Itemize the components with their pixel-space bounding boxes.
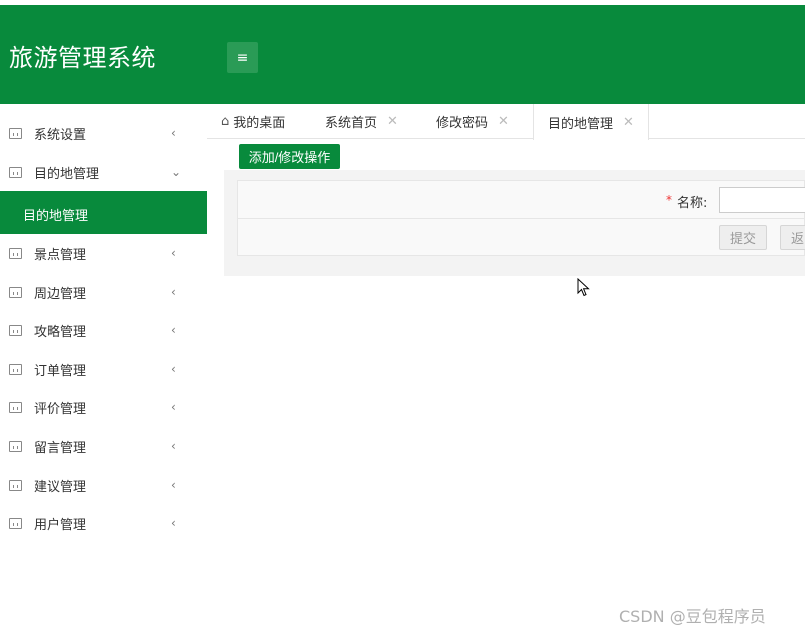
monitor-icon	[9, 401, 22, 413]
sidebar: 系统设置 ‹ 目的地管理 ⌄ 目的地管理 景点管理 ‹ 周边管理 ‹ 攻略管理 …	[0, 104, 207, 633]
sidebar-item-system-settings[interactable]: 系统设置 ‹	[0, 114, 207, 152]
close-icon[interactable]: ✕	[623, 115, 634, 130]
chevron-left-icon: ‹	[171, 439, 176, 453]
monitor-icon	[9, 127, 22, 139]
close-icon[interactable]: ✕	[387, 114, 398, 129]
chevron-left-icon: ‹	[171, 478, 176, 492]
monitor-icon	[9, 517, 22, 529]
tab-label: 系统首页	[325, 116, 378, 131]
sidebar-item-label: 用户管理	[34, 517, 87, 533]
name-label: 名称:	[677, 196, 708, 211]
sidebar-item-label: 系统设置	[34, 127, 87, 143]
app-title: 旅游管理系统	[9, 44, 156, 72]
sidebar-item-label: 周边管理	[34, 286, 87, 302]
monitor-icon	[9, 166, 22, 178]
sidebar-item-destinations[interactable]: 目的地管理 ⌄	[0, 153, 207, 191]
monitor-icon	[9, 363, 22, 375]
sidebar-item-label: 订单管理	[34, 363, 87, 379]
menu-toggle-button[interactable]: ≡	[227, 42, 258, 73]
submit-button[interactable]: 提交	[719, 225, 767, 250]
sidebar-item-attractions[interactable]: 景点管理 ‹	[0, 234, 207, 272]
chevron-left-icon: ‹	[171, 246, 176, 260]
chevron-left-icon: ‹	[171, 285, 176, 299]
chevron-left-icon: ‹	[171, 126, 176, 140]
back-button[interactable]: 返回	[780, 225, 805, 250]
sidebar-item-users[interactable]: 用户管理 ‹	[0, 504, 207, 542]
tab-label: 目的地管理	[548, 116, 614, 132]
page: 旅游管理系统 ≡ 系统设置 ‹ 目的地管理 ⌄ 目的地管理 景点管理 ‹ 周边管…	[0, 0, 805, 633]
close-icon[interactable]: ✕	[498, 114, 509, 129]
sidebar-subitem-destination-management[interactable]: 目的地管理	[0, 191, 207, 234]
tab-bar: ⌂ 我的桌面 系统首页 ✕ 修改密码 ✕ 目的地管理 ✕	[207, 104, 805, 140]
monitor-icon	[9, 440, 22, 452]
monitor-icon	[9, 479, 22, 491]
sidebar-item-orders[interactable]: 订单管理 ‹	[0, 350, 207, 388]
sidebar-item-label: 建议管理	[34, 479, 87, 495]
sidebar-item-guides[interactable]: 攻略管理 ‹	[0, 311, 207, 349]
monitor-icon	[9, 247, 22, 259]
chevron-down-icon: ⌄	[171, 165, 182, 179]
chevron-left-icon: ‹	[171, 362, 176, 376]
sidebar-item-messages[interactable]: 留言管理 ‹	[0, 427, 207, 465]
add-edit-operation-button[interactable]: 添加/修改操作	[239, 144, 340, 169]
tab-my-desktop[interactable]: ⌂ 我的桌面	[221, 104, 285, 139]
divider	[237, 218, 805, 219]
tab-label: 修改密码	[436, 116, 489, 131]
sidebar-item-nearby[interactable]: 周边管理 ‹	[0, 273, 207, 311]
monitor-icon	[9, 286, 22, 298]
tab-destination-management[interactable]: 目的地管理 ✕	[533, 104, 649, 140]
top-header: 旅游管理系统 ≡	[0, 5, 805, 104]
sidebar-item-reviews[interactable]: 评价管理 ‹	[0, 388, 207, 426]
sidebar-subitem-label: 目的地管理	[23, 209, 89, 224]
chevron-left-icon: ‹	[171, 400, 176, 414]
chevron-left-icon: ‹	[171, 323, 176, 337]
required-mark: *	[666, 193, 672, 207]
chevron-left-icon: ‹	[171, 516, 176, 530]
tab-system-home[interactable]: 系统首页 ✕	[325, 104, 398, 139]
sidebar-item-label: 景点管理	[34, 247, 87, 263]
monitor-icon	[9, 324, 22, 336]
sidebar-item-label: 评价管理	[34, 401, 87, 417]
tab-label: 我的桌面	[233, 116, 286, 131]
mouse-cursor-icon	[577, 278, 590, 297]
sidebar-item-label: 目的地管理	[34, 166, 100, 182]
home-icon: ⌂	[221, 114, 230, 129]
watermark: CSDN @豆包程序员	[619, 607, 766, 626]
hamburger-icon: ≡	[236, 49, 249, 66]
sidebar-item-label: 留言管理	[34, 440, 87, 456]
name-input[interactable]	[719, 187, 805, 213]
sidebar-item-label: 攻略管理	[34, 324, 87, 340]
sidebar-item-suggestions[interactable]: 建议管理 ‹	[0, 466, 207, 504]
tab-change-password[interactable]: 修改密码 ✕	[436, 104, 509, 139]
